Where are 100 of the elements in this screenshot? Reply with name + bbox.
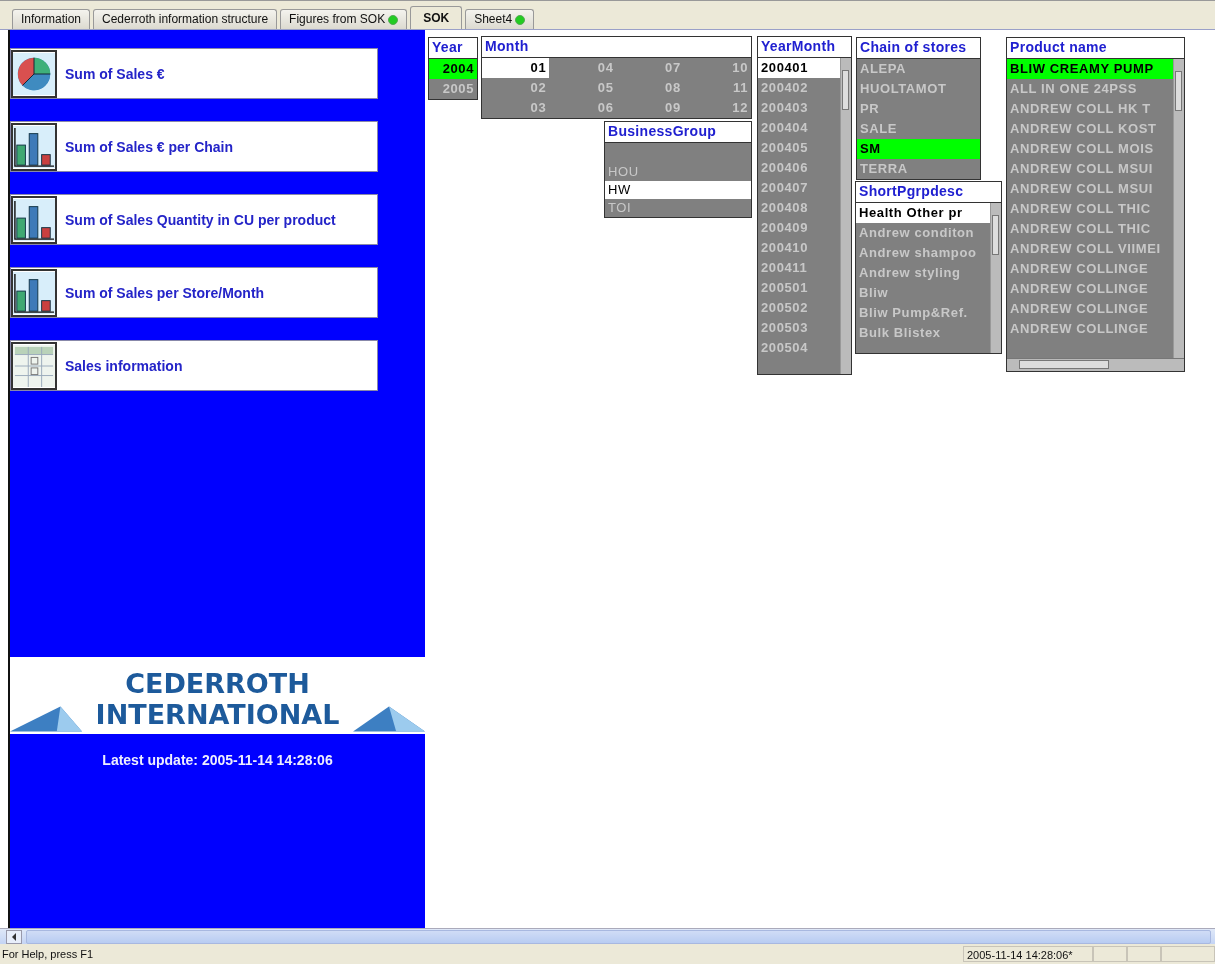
chart-button[interactable]: Sum of Sales € per Chain (10, 121, 378, 172)
list-box-title: Product name (1007, 38, 1184, 59)
list-item[interactable]: ANDREW COLL MSUI (1007, 179, 1173, 199)
latest-update-text: Latest update: 2005-11-14 14:28:06 (101, 752, 334, 768)
list-item[interactable]: Bliw (856, 283, 990, 303)
list-item[interactable]: Andrew conditon (856, 223, 990, 243)
list-box-title: BusinessGroup (605, 122, 751, 143)
list-item[interactable]: 200408 (758, 198, 840, 218)
list-item[interactable]: 200405 (758, 138, 840, 158)
list-item[interactable]: 02 (482, 78, 550, 98)
list-item[interactable]: 200504 (758, 338, 840, 358)
scroll-thumb[interactable] (842, 70, 849, 110)
status-text: For Help, press F1 (1, 948, 95, 960)
list-item[interactable]: 01 (482, 58, 550, 78)
list-item[interactable]: 10 (683, 58, 751, 78)
list-item[interactable]: 12 (683, 98, 751, 118)
sheet-tab[interactable]: Sheet4 (465, 9, 535, 29)
list-item[interactable]: Bliw Pump&Ref. (856, 303, 990, 323)
list-item[interactable]: 200411 (758, 258, 840, 278)
list-item[interactable]: SM (857, 139, 980, 159)
list-item[interactable]: ANDREW COLLINGE (1007, 259, 1173, 279)
list-box-title: ShortPgrpdesc (856, 182, 1001, 203)
list-item[interactable]: Andrew shampoo (856, 243, 990, 263)
list-item[interactable]: 09 (616, 98, 684, 118)
list-item[interactable]: 200406 (758, 158, 840, 178)
list-item[interactable]: PR (857, 99, 980, 119)
list-item[interactable]: ANDREW COLL THIC (1007, 199, 1173, 219)
list-item[interactable]: Andrew styling (856, 263, 990, 283)
scroll-left-icon[interactable] (6, 929, 22, 944)
list-item[interactable]: 200502 (758, 298, 840, 318)
list-item[interactable]: ANDREW COLL HK T (1007, 99, 1173, 119)
chart-button[interactable]: Sum of Sales Quantity in CU per product (10, 194, 378, 245)
status-timestamp: 2005-11-14 14:28:06* (963, 946, 1093, 962)
vertical-scrollbar[interactable] (840, 58, 851, 374)
list-item[interactable]: 200401 (758, 58, 840, 78)
list-item[interactable]: BLIW CREAMY PUMP (1007, 59, 1173, 79)
list-item[interactable]: HOU (605, 163, 751, 181)
table-icon (11, 341, 57, 390)
sheet-tab[interactable]: Cederroth information structure (93, 9, 278, 29)
chart-button[interactable]: Sum of Sales per Store/Month (10, 267, 378, 318)
list-item[interactable]: 11 (683, 78, 751, 98)
list-item[interactable]: 200410 (758, 238, 840, 258)
list-item[interactable]: ALL IN ONE 24PSS (1007, 79, 1173, 99)
list-item[interactable]: 200402 (758, 78, 840, 98)
list-item[interactable]: 200403 (758, 98, 840, 118)
list-item[interactable]: 200407 (758, 178, 840, 198)
vertical-scrollbar[interactable] (990, 203, 1001, 353)
vertical-scrollbar[interactable] (1173, 59, 1184, 358)
logo-text: CEDERROTH (125, 668, 310, 699)
pie-chart-icon (11, 49, 57, 98)
sheet-tab[interactable]: Figures from SOK (280, 9, 408, 29)
list-item[interactable]: SALE (857, 119, 980, 139)
list-item[interactable]: 05 (549, 78, 617, 98)
list-box-title: YearMonth (758, 37, 851, 58)
list-item[interactable]: ANDREW COLLINGE (1007, 299, 1173, 319)
scroll-thumb[interactable] (1175, 71, 1182, 111)
list-item[interactable]: 08 (616, 78, 684, 98)
list-item[interactable]: Bulk Blistex (856, 323, 990, 343)
list-item[interactable]: ANDREW COLLINGE (1007, 279, 1173, 299)
list-item[interactable]: ANDREW COLL MOIS (1007, 139, 1173, 159)
status-pane (1093, 946, 1127, 962)
list-item[interactable]: ANDREW COLL KOST (1007, 119, 1173, 139)
list-box-title: Year (429, 38, 477, 59)
list-item[interactable]: Health Other pr (856, 203, 990, 223)
triangle-icon (353, 706, 425, 732)
list-item[interactable]: TOI (605, 199, 751, 217)
status-dot-icon (515, 14, 526, 25)
list-item[interactable]: 2004 (429, 59, 477, 79)
list-item[interactable]: 200501 (758, 278, 840, 298)
bar-chart-icon (11, 122, 57, 171)
list-item[interactable]: ANDREW COLL VIIMEI (1007, 239, 1173, 259)
list-item[interactable]: 06 (549, 98, 617, 118)
status-dot-icon (388, 14, 399, 25)
list-box-title: Chain of stores (857, 38, 980, 59)
chart-button[interactable]: Sales information (10, 340, 378, 391)
list-item[interactable]: ALEPA (857, 59, 980, 79)
list-item[interactable]: ANDREW COLLINGE (1007, 319, 1173, 339)
list-item[interactable]: 04 (549, 58, 617, 78)
list-item[interactable]: 2005 (429, 79, 477, 99)
list-item[interactable]: TERRA (857, 159, 980, 179)
bar-chart-icon (11, 268, 57, 317)
scroll-thumb[interactable] (1019, 360, 1109, 369)
sheet-tab[interactable]: SOK (410, 6, 463, 29)
sheet-tab[interactable]: Information (12, 9, 91, 29)
scroll-thumb[interactable] (992, 215, 999, 255)
list-item[interactable]: 200503 (758, 318, 840, 338)
horizontal-scrollbar[interactable] (1007, 358, 1184, 371)
list-item[interactable]: 07 (616, 58, 684, 78)
list-item[interactable]: 03 (482, 98, 550, 118)
logo-text: INTERNATIONAL (95, 699, 340, 730)
triangle-icon (10, 706, 82, 732)
bar-chart-icon (11, 195, 57, 244)
list-item[interactable]: HUOLTAMOT (857, 79, 980, 99)
list-item[interactable]: HW (605, 181, 751, 199)
list-item[interactable]: 200409 (758, 218, 840, 238)
list-item[interactable]: 200404 (758, 118, 840, 138)
list-item[interactable]: ANDREW COLL THIC (1007, 219, 1173, 239)
list-item[interactable]: ANDREW COLL MSUI (1007, 159, 1173, 179)
list-box-title: Month (482, 37, 751, 58)
chart-button[interactable]: Sum of Sales € (10, 48, 378, 99)
